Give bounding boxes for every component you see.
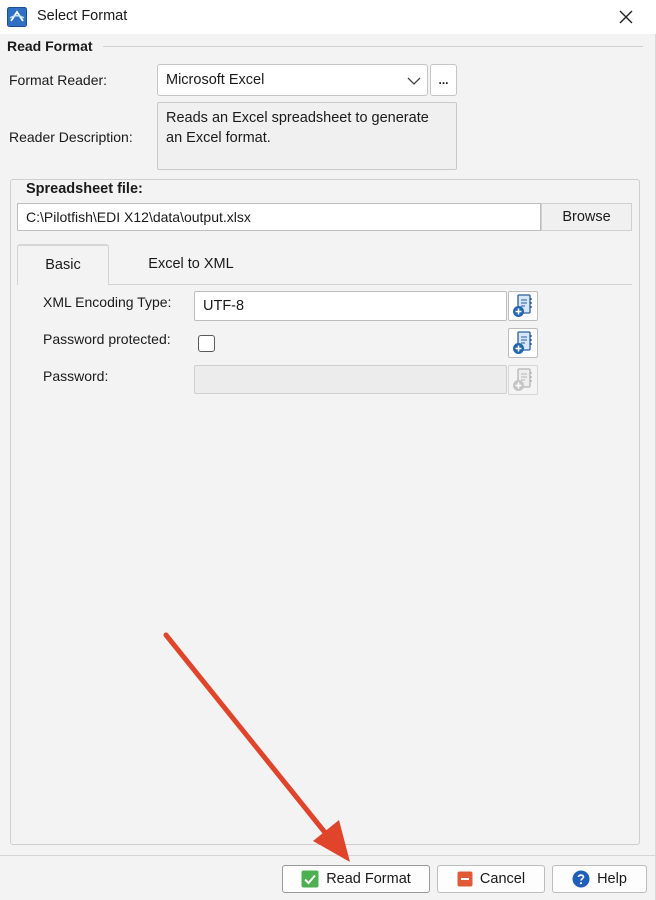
footer-divider xyxy=(0,855,656,856)
variable-picker-icon xyxy=(513,294,532,317)
reader-description-text: Reads an Excel spreadsheet to generate a… xyxy=(157,102,457,170)
close-icon xyxy=(619,10,633,24)
tab-basic[interactable]: Basic xyxy=(17,244,109,285)
title-bar: Select Format xyxy=(0,0,656,34)
xml-encoding-variable-button[interactable] xyxy=(508,291,538,321)
browse-button[interactable]: Browse xyxy=(541,203,632,231)
read-format-button[interactable]: Read Format xyxy=(282,865,430,893)
format-reader-select[interactable]: Microsoft Excel xyxy=(157,64,428,96)
cancel-button-label: Cancel xyxy=(479,871,526,887)
reader-description-label: Reader Description: xyxy=(9,129,133,145)
password-variable-button[interactable] xyxy=(508,365,538,395)
cancel-button[interactable]: Cancel xyxy=(437,865,545,893)
select-format-dialog: Select Format Read Format Format Reader:… xyxy=(0,0,656,900)
variable-picker-icon xyxy=(513,331,532,354)
password-protected-checkbox[interactable] xyxy=(198,335,215,352)
window-title: Select Format xyxy=(37,8,128,24)
chevron-down-icon xyxy=(407,74,421,86)
green-check-icon xyxy=(301,870,319,888)
help-button-label: Help xyxy=(597,871,627,887)
xml-encoding-input[interactable]: UTF-8 xyxy=(194,291,507,321)
help-button[interactable]: Help xyxy=(552,865,647,893)
spreadsheet-file-legend: Spreadsheet file: xyxy=(24,181,145,197)
password-protected-label: Password protected: xyxy=(43,331,171,347)
variable-picker-icon xyxy=(513,368,532,391)
format-reader-more-button[interactable]: ... xyxy=(430,64,457,96)
help-question-icon xyxy=(572,870,590,888)
group-divider xyxy=(103,46,643,47)
format-reader-value: Microsoft Excel xyxy=(166,72,265,88)
tab-excel-to-xml[interactable]: Excel to XML xyxy=(128,244,254,284)
password-protected-variable-button[interactable] xyxy=(508,328,538,358)
read-format-group-label: Read Format xyxy=(7,38,93,54)
read-format-button-label: Read Format xyxy=(326,871,411,887)
tab-strip-divider xyxy=(17,284,632,285)
red-cancel-icon xyxy=(457,871,473,887)
close-button[interactable] xyxy=(606,0,646,34)
app-icon xyxy=(7,7,27,27)
password-input[interactable] xyxy=(194,365,507,394)
password-label: Password: xyxy=(43,368,109,384)
spreadsheet-file-input[interactable]: C:\Pilotfish\EDI X12\data\output.xlsx xyxy=(17,203,541,231)
xml-encoding-label: XML Encoding Type: xyxy=(43,294,172,310)
format-reader-label: Format Reader: xyxy=(9,72,108,88)
